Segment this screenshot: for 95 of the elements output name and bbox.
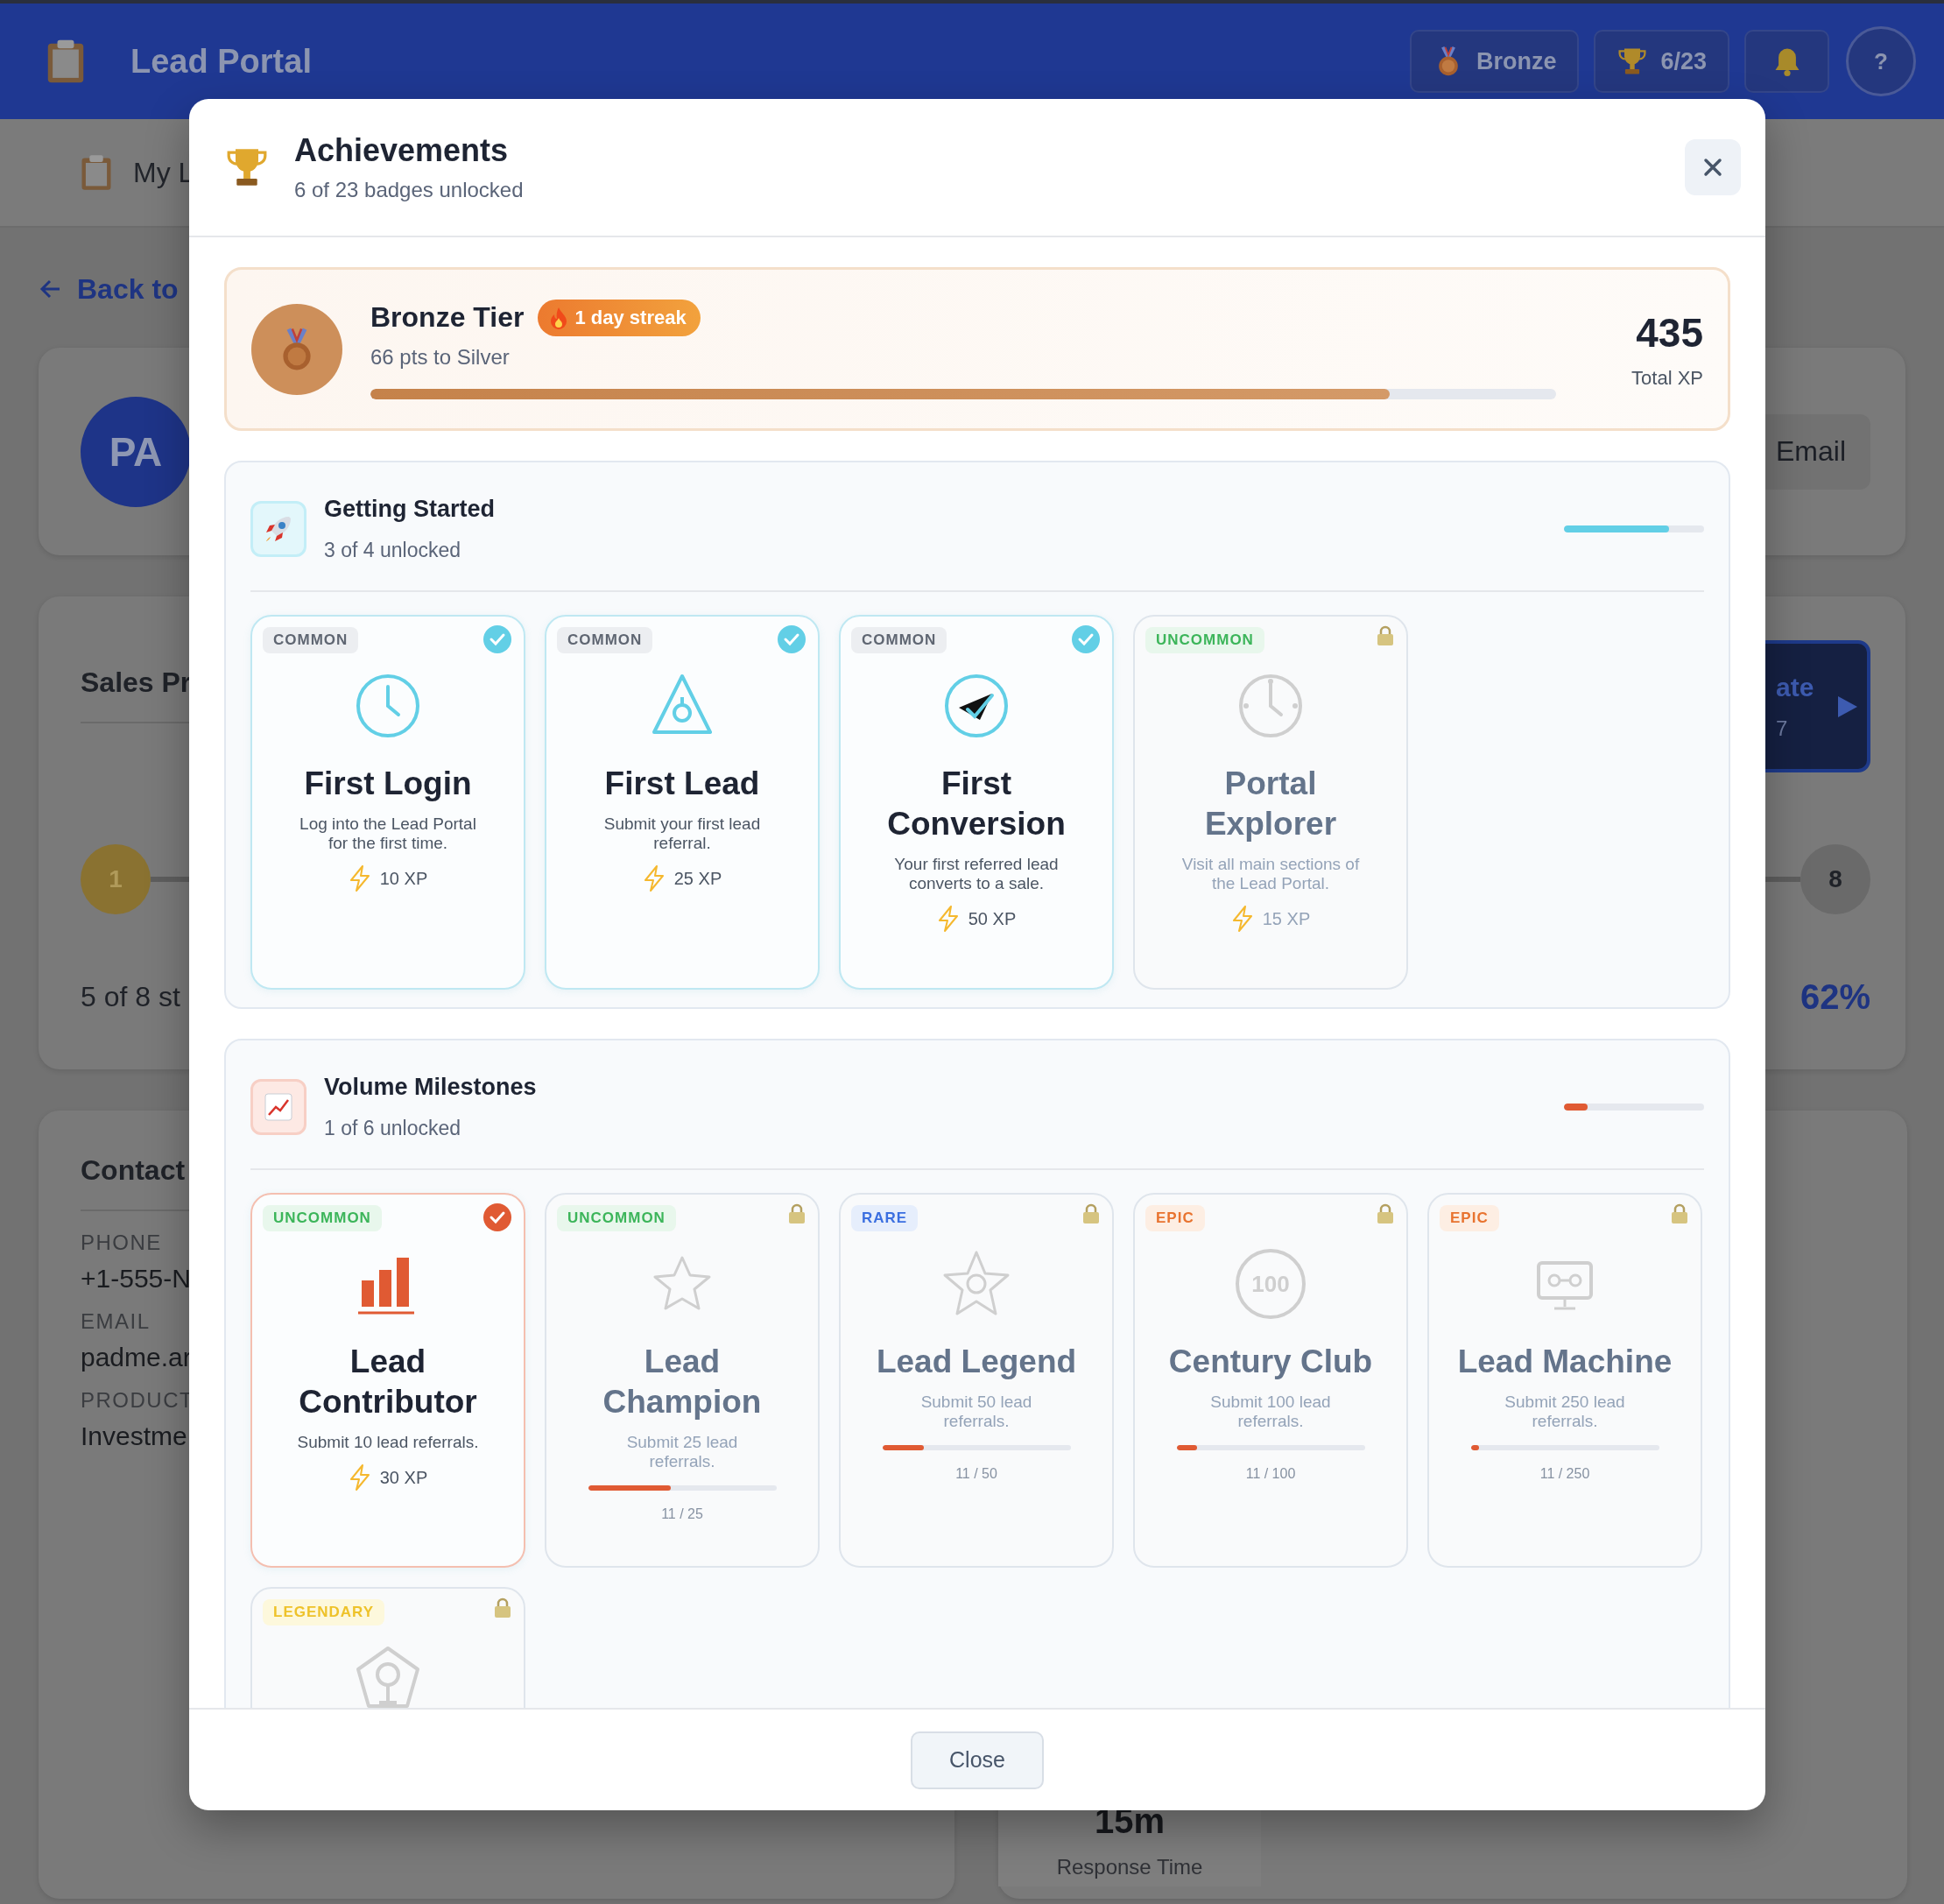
lock-icon: [1671, 1203, 1688, 1224]
dialog-title: Achievements: [294, 132, 510, 169]
badge-description: Submit 250 lead referrals.: [1504, 1393, 1626, 1431]
stat-value: 15m: [1094, 1802, 1166, 1841]
badge-description: Submit 100 lead referrals.: [1209, 1393, 1332, 1431]
flame-icon: [550, 306, 568, 329]
rarity-tag: EPIC: [1440, 1205, 1499, 1231]
section-summary: 3 of 4 unlocked: [324, 539, 461, 562]
progress-count: 11 / 250: [1539, 1466, 1590, 1482]
badge-title: First Login: [304, 765, 472, 803]
badge-description: Submit 10 lead referrals.: [297, 1433, 479, 1452]
tier-next: 66 pts to Silver: [370, 344, 511, 370]
lock-icon: [1082, 1203, 1100, 1224]
lock-icon: [788, 1203, 806, 1224]
xp-reward: 50 XP: [968, 908, 1017, 929]
badge-card[interactable]: UNCOMMON Lead Contributor Submit 10 lead referrals. 30 XP: [250, 1193, 525, 1568]
check-icon: [483, 625, 511, 653]
badge-title: Lead Contributor: [298, 1343, 478, 1421]
achievements-button[interactable]: 6/23: [1594, 30, 1729, 93]
badge-title: Century Club: [1168, 1343, 1373, 1381]
rarity-tag: RARE: [851, 1205, 919, 1231]
badge-title: Lead Legend: [876, 1343, 1077, 1381]
rarity-tag: EPIC: [1145, 1205, 1205, 1231]
xp-reward: 15 XP: [1262, 908, 1311, 929]
avatar: PA: [81, 396, 191, 507]
badge-card[interactable]: UNCOMMON Portal Explorer Visit all main sections of the Lead Portal. 15 XP: [1133, 615, 1408, 990]
badge-card[interactable]: UNCOMMON Lead Champion Submit 25 lead referrals. 11 / 25: [545, 1193, 820, 1568]
field-label: PHONE: [81, 1231, 162, 1255]
rarity-tag: UNCOMMON: [1145, 627, 1264, 653]
badge-description: Log into the Lead Portal for the first time.: [299, 814, 477, 853]
badge-title: Portal Explorer: [1203, 765, 1338, 843]
rarity-tag: LEGENDARY: [263, 1599, 385, 1625]
xp-reward: 25 XP: [673, 868, 722, 889]
section-title: Getting Started: [324, 496, 496, 523]
stat-label: Response Time: [1056, 1855, 1203, 1879]
card-title: Sales Pr: [81, 666, 193, 699]
field-value: +1-555-N: [81, 1264, 191, 1294]
badge-title: Lead Machine: [1457, 1343, 1673, 1381]
lightning-icon: [348, 865, 371, 892]
badge-description: Visit all main sections of the Lead Portal.: [1180, 855, 1361, 893]
rarity-tag: UNCOMMON: [557, 1205, 676, 1231]
check-icon: [483, 1203, 511, 1231]
badge-title: First Conversion: [886, 765, 1067, 843]
lightning-icon: [642, 865, 666, 892]
close-button[interactable]: [1685, 139, 1741, 195]
progress-count: 11 / 25: [661, 1506, 703, 1522]
progress-count: 11 / 100: [1245, 1466, 1296, 1482]
lightning-icon: [1230, 906, 1254, 932]
xp-reward: 30 XP: [379, 1467, 428, 1488]
badge-card[interactable]: RARE Lead Legend Submit 50 lead referrals. 11 / 50: [839, 1193, 1114, 1568]
badge-description: Your first referred lead converts to a sale.: [893, 855, 1060, 893]
rarity-tag: COMMON: [851, 627, 947, 653]
action-label: ate: [1776, 672, 1814, 702]
progress-count: 11 / 50: [955, 1466, 997, 1482]
badge-card[interactable]: COMMON First Lead Submit your first lead referral. 25 XP: [545, 615, 820, 990]
app-title: Lead Portal: [130, 42, 313, 81]
dialog-subtitle: 6 of 23 badges unlocked: [294, 178, 525, 202]
badge-card[interactable]: EPIC Lead Machine Submit 250 lead referrals. 11 / 250: [1427, 1193, 1702, 1568]
xp-label: Total XP: [1631, 366, 1703, 390]
help-button[interactable]: ?: [1846, 26, 1916, 96]
check-icon: [778, 625, 806, 653]
chart-icon: [263, 1091, 294, 1123]
field-value: padme.ar: [81, 1343, 192, 1372]
badge-description: Submit 50 lead referrals.: [919, 1393, 1033, 1431]
lock-icon: [1377, 1203, 1394, 1224]
field-value: Investme: [81, 1421, 187, 1451]
badge-title: First Lead: [604, 765, 760, 803]
badge-title: Lead Champion: [602, 1343, 763, 1421]
field-label: PRODUCT: [81, 1388, 194, 1413]
lock-icon: [494, 1597, 511, 1618]
check-icon: [1072, 625, 1100, 653]
lightning-icon: [348, 1464, 371, 1491]
close-icon: [1702, 157, 1723, 178]
steps-summary: 5 of 8 st: [81, 981, 180, 1013]
rarity-tag: COMMON: [557, 627, 653, 653]
field-label: EMAIL: [81, 1309, 151, 1334]
streak-badge: 1 day streak: [538, 299, 701, 336]
xp-total: 435: [1636, 308, 1703, 356]
badge-card[interactable]: COMMON First Login Log into the Lead Portal for the first time. 10 XP: [250, 615, 525, 990]
badge-description: Submit your first lead referral.: [602, 814, 762, 853]
tier-button[interactable]: Bronze: [1409, 30, 1580, 93]
action-sublabel: 7: [1776, 716, 1788, 741]
rarity-tag: COMMON: [263, 627, 359, 653]
close-button[interactable]: Close: [911, 1731, 1044, 1789]
lock-icon: [1377, 625, 1394, 646]
badge-description: Submit 25 lead referrals.: [625, 1433, 739, 1471]
lightning-icon: [936, 906, 960, 932]
step-circle: 8: [1800, 844, 1870, 914]
badge-card[interactable]: COMMON First Conversion Your first referred lead converts to a sale. 50 XP: [839, 615, 1114, 990]
section-summary: 1 of 6 unlocked: [324, 1117, 461, 1140]
section-title: Volume Milestones: [324, 1074, 538, 1101]
progress-percent: 62%: [1800, 977, 1870, 1017]
rarity-tag: UNCOMMON: [263, 1205, 382, 1231]
xp-reward: 10 XP: [379, 868, 428, 889]
notifications-button[interactable]: [1744, 30, 1829, 93]
